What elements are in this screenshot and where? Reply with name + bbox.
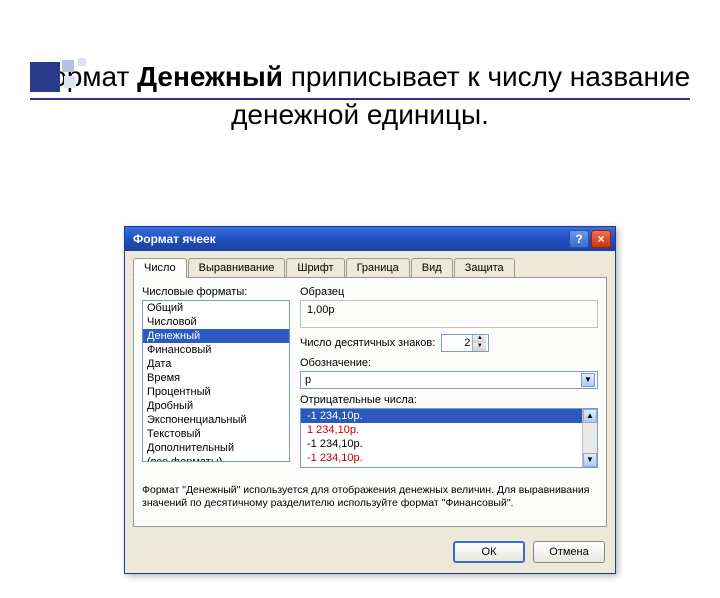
tab-border[interactable]: Граница <box>346 258 410 278</box>
format-description: Формат "Денежный" используется для отобр… <box>142 484 598 510</box>
negative-numbers-list[interactable]: -1 234,10р. 1 234,10р. -1 234,10р. -1 23… <box>300 408 598 468</box>
tab-alignment[interactable]: Выравнивание <box>188 258 286 278</box>
spinner-down-icon[interactable]: ▼ <box>472 343 486 351</box>
chevron-down-icon[interactable]: ▼ <box>581 373 595 387</box>
list-item[interactable]: Процентный <box>143 385 289 399</box>
list-item[interactable]: Время <box>143 371 289 385</box>
list-item[interactable]: -1 234,10р. <box>301 451 597 465</box>
list-item[interactable]: -1 234,10р. <box>301 437 597 451</box>
symbol-value: р <box>305 374 581 386</box>
close-button[interactable]: × <box>591 230 611 248</box>
list-item[interactable]: 1 234,10р. <box>301 423 597 437</box>
spinner-up-icon[interactable]: ▲ <box>472 335 486 343</box>
sample-label: Образец <box>300 286 598 298</box>
list-item[interactable]: (все форматы) <box>143 455 289 462</box>
dialog-titlebar[interactable]: Формат ячеек ? × <box>125 227 615 251</box>
list-item[interactable]: Денежный <box>143 329 289 343</box>
scroll-up-icon[interactable]: ▲ <box>583 409 597 423</box>
dialog-button-row: ОК Отмена <box>125 535 615 573</box>
sample-box: 1,00р <box>300 300 598 328</box>
ok-button[interactable]: ОК <box>453 541 525 563</box>
cancel-button[interactable]: Отмена <box>533 541 605 563</box>
tab-font[interactable]: Шрифт <box>286 258 344 278</box>
list-item[interactable]: Экспоненциальный <box>143 413 289 427</box>
negative-label: Отрицательные числа: <box>300 394 598 406</box>
tab-protection[interactable]: Защита <box>454 258 515 278</box>
formats-label: Числовые форматы: <box>142 286 290 298</box>
format-cells-dialog: Формат ячеек ? × Число Выравнивание Шриф… <box>124 226 616 574</box>
list-item[interactable]: Дробный <box>143 399 289 413</box>
sample-value: 1,00р <box>307 304 335 316</box>
decimals-spinner[interactable]: ▲ ▼ <box>441 334 489 352</box>
slide-header-decoration <box>0 58 720 98</box>
close-icon: × <box>597 232 604 246</box>
help-button[interactable]: ? <box>569 230 589 248</box>
list-item[interactable]: Числовой <box>143 315 289 329</box>
list-item[interactable]: Дополнительный <box>143 441 289 455</box>
dialog-title: Формат ячеек <box>133 232 216 246</box>
decimals-input[interactable] <box>442 337 472 349</box>
scroll-down-icon[interactable]: ▼ <box>583 453 597 467</box>
list-item[interactable]: -1 234,10р. <box>301 409 597 423</box>
list-item[interactable]: Дата <box>143 357 289 371</box>
help-icon: ? <box>575 232 582 246</box>
list-item[interactable]: Общий <box>143 301 289 315</box>
list-item[interactable]: Финансовый <box>143 343 289 357</box>
symbol-combobox[interactable]: р ▼ <box>300 371 598 389</box>
number-formats-list[interactable]: Общий Числовой Денежный Финансовый Дата … <box>142 300 290 462</box>
tab-panel-number: Числовые форматы: Общий Числовой Денежны… <box>133 277 607 527</box>
scrollbar[interactable]: ▲ ▼ <box>582 409 597 467</box>
tab-view[interactable]: Вид <box>411 258 453 278</box>
tab-number[interactable]: Число <box>133 258 187 278</box>
symbol-label: Обозначение: <box>300 357 598 369</box>
list-item[interactable]: Текстовый <box>143 427 289 441</box>
tab-strip: Число Выравнивание Шрифт Граница Вид Защ… <box>125 251 615 277</box>
decimals-label: Число десятичных знаков: <box>300 337 435 349</box>
